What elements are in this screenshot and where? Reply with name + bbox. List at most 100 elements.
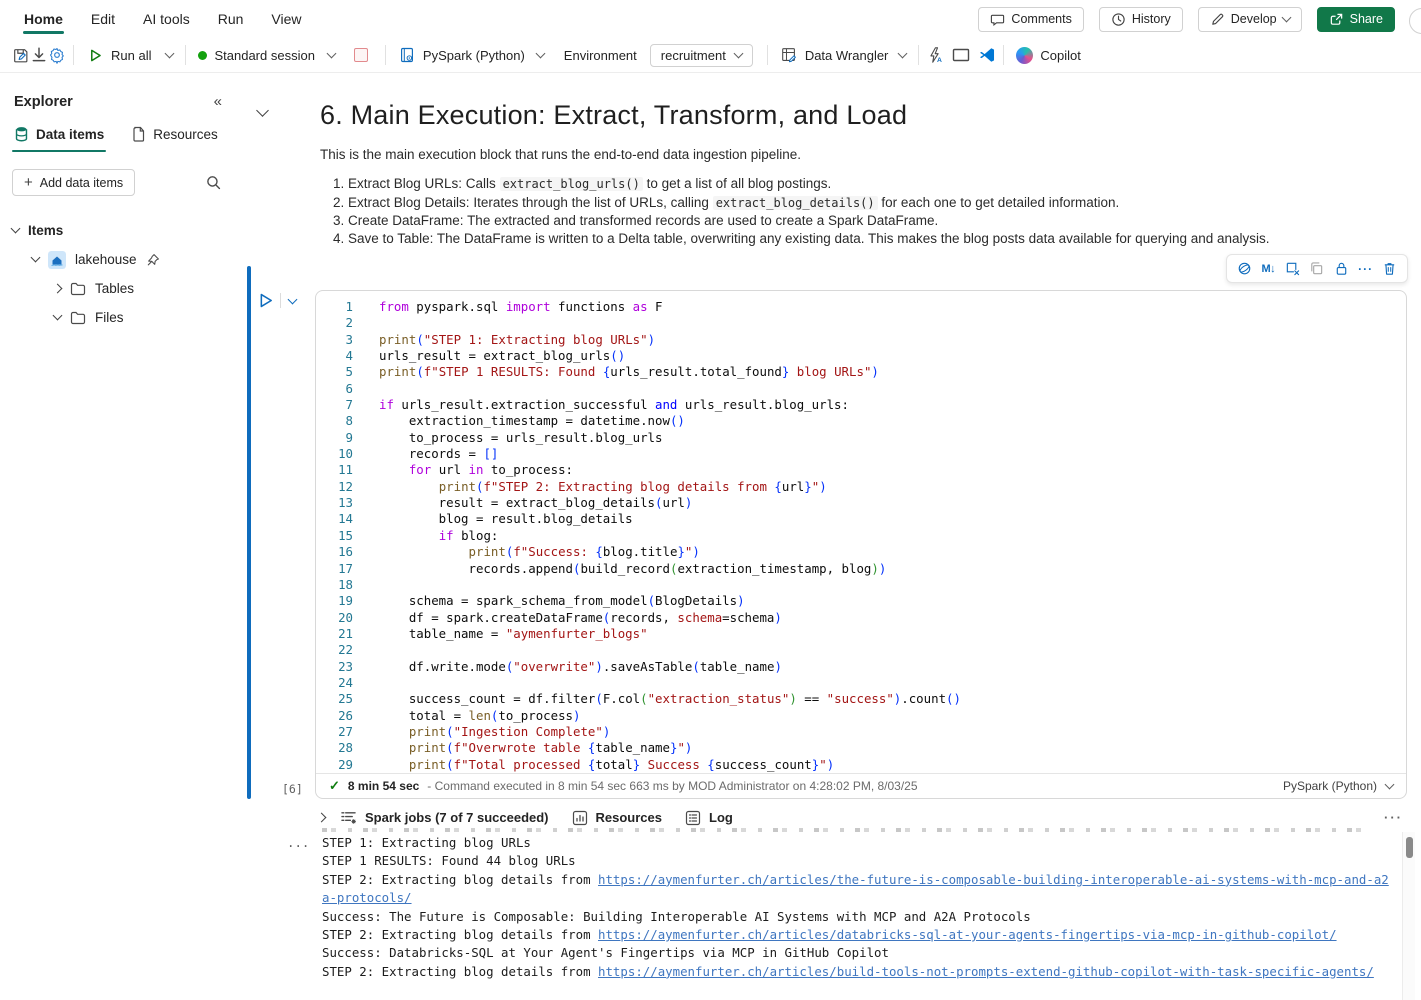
tree-item-files[interactable]: Files <box>0 303 240 332</box>
spark-jobs-icon <box>340 810 357 825</box>
line-number: 5 <box>316 364 353 380</box>
share-icon <box>1329 12 1344 27</box>
output-link[interactable]: https://aymenfurter.ch/articles/databric… <box>598 927 1337 942</box>
code-line: schema = spark_schema_from_model(BlogDet… <box>379 593 961 609</box>
code-line <box>379 642 961 658</box>
line-number: 12 <box>316 479 353 495</box>
code-editor[interactable]: 1234567891011121314151617181920212223242… <box>316 291 1406 773</box>
stop-session-button[interactable] <box>354 48 368 62</box>
environment-button[interactable]: Environment <box>559 48 642 63</box>
pin-icon[interactable] <box>146 253 160 267</box>
vscode-icon[interactable] <box>978 46 996 64</box>
markdown-collapse-chevron-icon[interactable] <box>256 104 269 117</box>
output-line: Success: Databricks-SQL at Your Agent's … <box>322 944 1394 962</box>
tab-log[interactable]: Log <box>685 810 733 826</box>
line-number: 2 <box>316 315 353 331</box>
lightning-a-icon[interactable]: A <box>926 46 944 64</box>
develop-button[interactable]: Develop <box>1198 7 1302 32</box>
output-expand-ellipsis[interactable]: ... <box>287 835 309 850</box>
menu-tab-edit[interactable]: Edit <box>77 1 129 37</box>
database-icon <box>14 126 29 142</box>
more-icon[interactable]: ··· <box>1384 810 1403 825</box>
chevron-down-icon <box>535 48 545 58</box>
divider <box>918 45 919 65</box>
code-line: table_name = "aymenfurter_blogs" <box>379 626 961 642</box>
line-number: 19 <box>316 593 353 609</box>
menu-tabs: HomeEditAI toolsRunView <box>0 1 316 37</box>
log-list-icon <box>685 810 701 826</box>
kernel-dropdown[interactable]: PySpark (Python) <box>393 46 549 64</box>
execution-duration: 8 min 54 sec <box>348 779 419 793</box>
share-button[interactable]: Share <box>1317 7 1395 32</box>
clear-output-icon[interactable] <box>1285 261 1301 277</box>
line-numbers: 1234567891011121314151617181920212223242… <box>316 299 366 773</box>
line-number: 9 <box>316 430 353 446</box>
markdown-heading: 6. Main Execution: Extract, Transform, a… <box>320 100 907 131</box>
divider <box>280 293 281 308</box>
clock-icon <box>1111 12 1126 27</box>
output-line: STEP 2: Extracting blog details from htt… <box>322 926 1394 944</box>
add-data-items-button[interactable]: + Add data items <box>12 169 135 196</box>
tab-resources[interactable]: Resources <box>132 126 218 152</box>
environment-label: Environment <box>564 48 637 63</box>
code-line: to_process = urls_result.blog_urls <box>379 430 961 446</box>
tree-lakehouse-label: lakehouse <box>75 252 137 267</box>
chevron-right-icon[interactable] <box>317 813 327 823</box>
line-number: 3 <box>316 332 353 348</box>
line-number: 7 <box>316 397 353 413</box>
tree-tables-label: Tables <box>95 281 134 296</box>
session-dropdown[interactable]: Standard session <box>193 48 339 63</box>
output-link[interactable]: https://aymenfurter.ch/articles/build-to… <box>598 964 1374 979</box>
run-options-chevron-icon[interactable] <box>288 295 298 305</box>
menu-tab-view[interactable]: View <box>257 1 315 37</box>
chevron-down-icon <box>165 48 175 58</box>
line-number: 21 <box>316 626 353 642</box>
search-icon[interactable] <box>204 174 222 192</box>
environment-select[interactable]: recruitment <box>650 44 753 67</box>
collapse-double-chevron-icon[interactable]: « <box>214 93 222 110</box>
chevron-down-icon <box>11 224 21 234</box>
duplicate-icon[interactable] <box>1309 261 1325 277</box>
delete-icon[interactable] <box>1382 261 1398 277</box>
tree-items-label: Items <box>28 223 63 238</box>
copilot-cell-icon[interactable] <box>1236 261 1252 277</box>
run-cell-button[interactable] <box>256 291 275 310</box>
md-list-item: 4. Save to Table: The DataFrame is writt… <box>333 230 1270 248</box>
markdown-convert-icon[interactable]: M↓ <box>1260 261 1276 277</box>
tab-data-items[interactable]: Data items <box>14 126 104 152</box>
comments-button[interactable]: Comments <box>978 7 1083 32</box>
tree-item-items[interactable]: Items <box>0 216 240 245</box>
frame-icon[interactable] <box>952 46 970 64</box>
tree-item-lakehouse[interactable]: lakehouse <box>0 245 240 274</box>
scrollbar-thumb[interactable] <box>1406 837 1413 858</box>
line-number: 18 <box>316 577 353 593</box>
data-wrangler-button[interactable]: Data Wrangler <box>775 46 912 64</box>
menu-tab-ai-tools[interactable]: AI tools <box>129 1 204 37</box>
cell-kernel-selector[interactable]: PySpark (Python) <box>1283 779 1393 793</box>
gear-icon[interactable] <box>48 46 66 64</box>
code-line: df.write.mode("overwrite").saveAsTable(t… <box>379 659 961 675</box>
menu-tab-run[interactable]: Run <box>204 1 258 37</box>
save-icon[interactable] <box>12 46 30 64</box>
code-line: print(f"STEP 2: Extracting blog details … <box>379 479 961 495</box>
tree-item-tables[interactable]: Tables <box>0 274 240 303</box>
tab-resources[interactable]: Resources <box>572 810 662 826</box>
code-line: print(f"STEP 1 RESULTS: Found {urls_resu… <box>379 364 961 380</box>
download-icon[interactable] <box>30 46 48 64</box>
explorer-panel: Explorer « Data items Resources + Add da… <box>0 73 240 1000</box>
tab-spark-jobs[interactable]: Spark jobs (7 of 7 succeeded) <box>340 810 549 825</box>
line-number: 23 <box>316 659 353 675</box>
history-button[interactable]: History <box>1099 7 1183 32</box>
kernel-label: PySpark (Python) <box>423 48 525 63</box>
output-scrollbar[interactable] <box>1402 832 1415 1000</box>
code-line: if urls_result.extraction_successful and… <box>379 397 961 413</box>
output-tabs-bar: Spark jobs (7 of 7 succeeded) Resources … <box>318 805 1403 830</box>
menu-tab-home[interactable]: Home <box>10 1 77 37</box>
md-list: 1. Extract Blog URLs: Calls extract_blog… <box>333 175 1270 247</box>
run-all-label: Run all <box>111 48 151 63</box>
lock-icon[interactable] <box>1333 261 1349 277</box>
copilot-button[interactable]: Copilot <box>1011 47 1085 64</box>
output-line: STEP 1 RESULTS: Found 44 blog URLs <box>322 852 1394 870</box>
run-all-button[interactable]: Run all <box>81 46 178 64</box>
more-icon[interactable]: ··· <box>1358 261 1374 277</box>
